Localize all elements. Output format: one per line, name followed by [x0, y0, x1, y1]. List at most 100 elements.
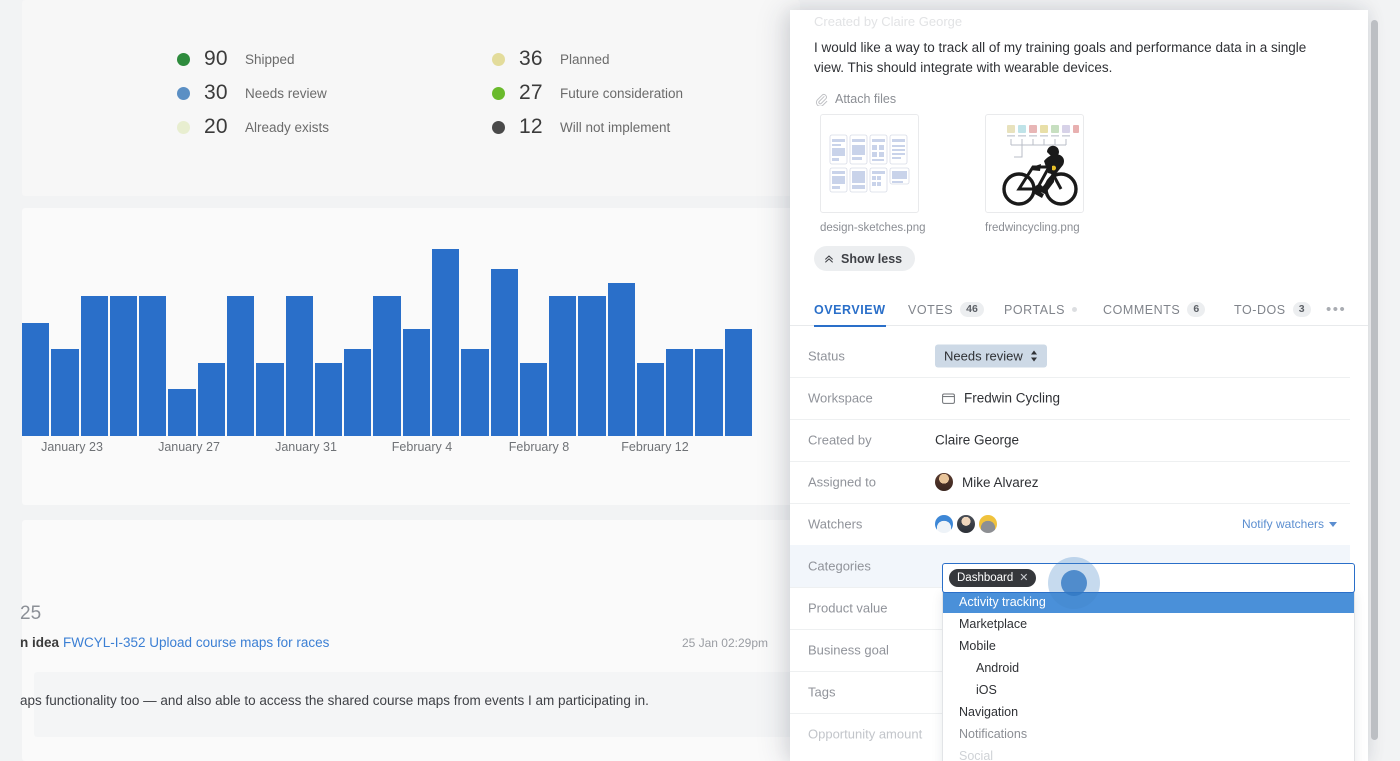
- bar[interactable]: [578, 296, 606, 436]
- field-row-watchers: Watchers Notify watchers: [790, 503, 1350, 546]
- workspace-value-wrap[interactable]: Fredwin Cycling: [942, 391, 1060, 406]
- tab-comments[interactable]: COMMENTS 6: [1103, 294, 1206, 325]
- bar[interactable]: [168, 389, 196, 436]
- ideas-over-time-chart-card: January 23 January 27 January 31 February 4…: [22, 208, 800, 505]
- bar-chart-bars: [22, 236, 753, 436]
- legend-label: Future consideration: [560, 85, 684, 101]
- bar[interactable]: [724, 329, 753, 436]
- legend-dot-already-exists: [177, 120, 190, 134]
- legend-label: Planned: [560, 51, 610, 67]
- x-axis-tick-label: February 8: [508, 440, 570, 454]
- category-option[interactable]: Navigation: [943, 701, 1354, 723]
- bar[interactable]: [695, 349, 723, 436]
- attachment-thumbnail[interactable]: [820, 114, 919, 213]
- bar[interactable]: [461, 349, 489, 436]
- bar[interactable]: [666, 349, 694, 436]
- bar[interactable]: [285, 296, 313, 436]
- bar[interactable]: [519, 362, 548, 436]
- legend-item-shipped[interactable]: 90 Shipped: [177, 47, 492, 70]
- attach-files-label: Attach files: [835, 92, 897, 106]
- panel-scrollbar[interactable]: [1371, 20, 1378, 740]
- categories-input[interactable]: Dashboard ✕: [942, 563, 1355, 593]
- attachment-item[interactable]: design-sketches.png: [820, 114, 925, 234]
- notify-watchers-dropdown[interactable]: Notify watchers: [1242, 517, 1337, 531]
- categories-dropdown-list[interactable]: Activity tracking Marketplace Mobile Androi…: [942, 590, 1355, 761]
- field-label-created-by: Created by: [808, 432, 872, 448]
- field-label-business-goal: Business goal: [808, 642, 889, 658]
- legend-item-needs-review[interactable]: 30 Needs review: [177, 81, 492, 104]
- legend-count: 36: [519, 47, 543, 70]
- bar[interactable]: [549, 296, 577, 436]
- field-label-watchers: Watchers: [808, 516, 863, 532]
- attachment-thumbnail[interactable]: [985, 114, 1084, 213]
- bar[interactable]: [226, 296, 255, 436]
- category-option[interactable]: Android: [943, 657, 1354, 679]
- close-icon[interactable]: ✕: [1019, 572, 1028, 584]
- legend-item-planned[interactable]: 36 Planned: [492, 47, 800, 70]
- show-less-button[interactable]: Show less: [814, 246, 916, 271]
- bar[interactable]: [109, 296, 138, 436]
- field-row-created-by: Created by Claire George: [790, 419, 1350, 462]
- field-label-categories: Categories: [808, 558, 871, 574]
- tab-portals[interactable]: PORTALS: [1004, 294, 1078, 325]
- attach-files-row[interactable]: Attach files: [814, 92, 896, 106]
- bar[interactable]: [139, 296, 167, 436]
- assigned-to-value: Mike Alvarez: [962, 474, 1039, 490]
- legend-dot-needs-review: [177, 86, 190, 100]
- paperclip-icon: [815, 94, 828, 106]
- legend-label: Will not implement: [560, 119, 671, 135]
- category-option[interactable]: iOS: [943, 679, 1354, 701]
- legend-count: 30: [204, 81, 228, 104]
- notify-watchers-label: Notify watchers: [1241, 517, 1324, 531]
- legend-item-future-consideration[interactable]: 27 Future consideration: [492, 81, 800, 104]
- category-option[interactable]: Notifications: [943, 723, 1354, 745]
- bar-chart: January 23 January 27 January 31 February 4…: [22, 228, 774, 468]
- bar[interactable]: [490, 269, 518, 436]
- tab-votes[interactable]: VOTES 46: [908, 294, 984, 325]
- bar[interactable]: [373, 296, 401, 436]
- field-label-tags: Tags: [808, 684, 836, 700]
- tab-todos[interactable]: TO-DOS 3: [1234, 294, 1311, 325]
- avatar: [979, 515, 997, 533]
- bar[interactable]: [80, 296, 108, 436]
- legend-dot-future-consideration: [492, 86, 505, 100]
- legend-item-already-exists[interactable]: 20 Already exists: [177, 115, 492, 138]
- category-option[interactable]: Social: [943, 745, 1354, 761]
- tab-overview[interactable]: OVERVIEW: [814, 294, 886, 327]
- chevron-double-up-icon: [825, 254, 833, 263]
- bar[interactable]: [607, 282, 635, 436]
- activity-idea-link[interactable]: FWCYL-I-352 Upload course maps for races: [63, 635, 329, 650]
- status-value: Needs review: [944, 348, 1023, 364]
- bar[interactable]: [256, 362, 284, 436]
- category-option[interactable]: Mobile: [943, 635, 1354, 657]
- status-dropdown[interactable]: Needs review: [935, 344, 1047, 368]
- bar[interactable]: [344, 349, 372, 436]
- idea-detail-panel: Created by Claire George I would like a …: [790, 10, 1368, 761]
- updown-caret-icon: [1030, 350, 1037, 362]
- tab-overflow-button[interactable]: •••: [1326, 294, 1346, 325]
- x-axis-tick-label: January 27: [158, 440, 220, 454]
- created-by-value: Claire George: [935, 432, 1020, 448]
- bar[interactable]: [22, 322, 50, 436]
- bar[interactable]: [314, 362, 343, 436]
- attachment-item[interactable]: fredwincycling.png: [985, 114, 1084, 234]
- legend-dot-shipped: [177, 52, 190, 66]
- bar[interactable]: [51, 349, 79, 436]
- category-option[interactable]: Activity tracking: [943, 591, 1354, 613]
- bar[interactable]: [636, 362, 665, 436]
- activity-timestamp: 25 Jan 02:29pm: [681, 636, 768, 650]
- bar[interactable]: [197, 362, 225, 436]
- status-legend-card: 90 Shipped 36 Planned 30 Needs review 27…: [22, 0, 800, 196]
- wireframe-thumbnail-icon: [829, 134, 910, 193]
- activity-feed-card: 25 n idea FWCYL-I-352 Upload course maps…: [20, 520, 800, 761]
- assigned-to-value-wrap[interactable]: Mike Alvarez: [935, 473, 1039, 491]
- legend-count: 20: [204, 115, 228, 138]
- legend-item-will-not-implement[interactable]: 12 Will not implement: [492, 115, 800, 138]
- category-option[interactable]: Marketplace: [943, 613, 1354, 635]
- legend-dot-will-not-implement: [492, 120, 505, 134]
- bar[interactable]: [402, 329, 430, 436]
- category-chip-dashboard[interactable]: Dashboard ✕: [949, 569, 1037, 587]
- watcher-avatars[interactable]: [935, 515, 997, 533]
- bar[interactable]: [431, 249, 460, 436]
- idea-detail-scroll-area: Created by Claire George I would like a …: [790, 10, 1368, 761]
